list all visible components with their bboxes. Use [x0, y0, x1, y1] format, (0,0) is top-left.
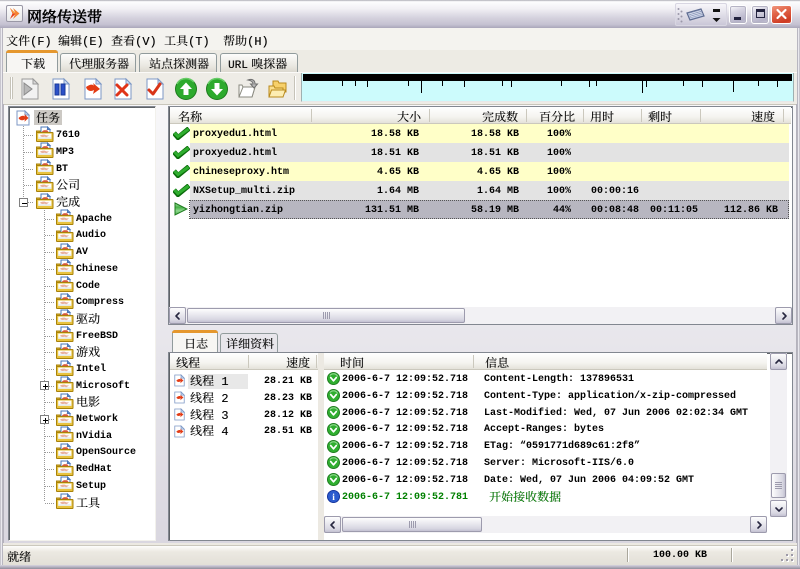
svg-text:i: i: [332, 493, 335, 503]
